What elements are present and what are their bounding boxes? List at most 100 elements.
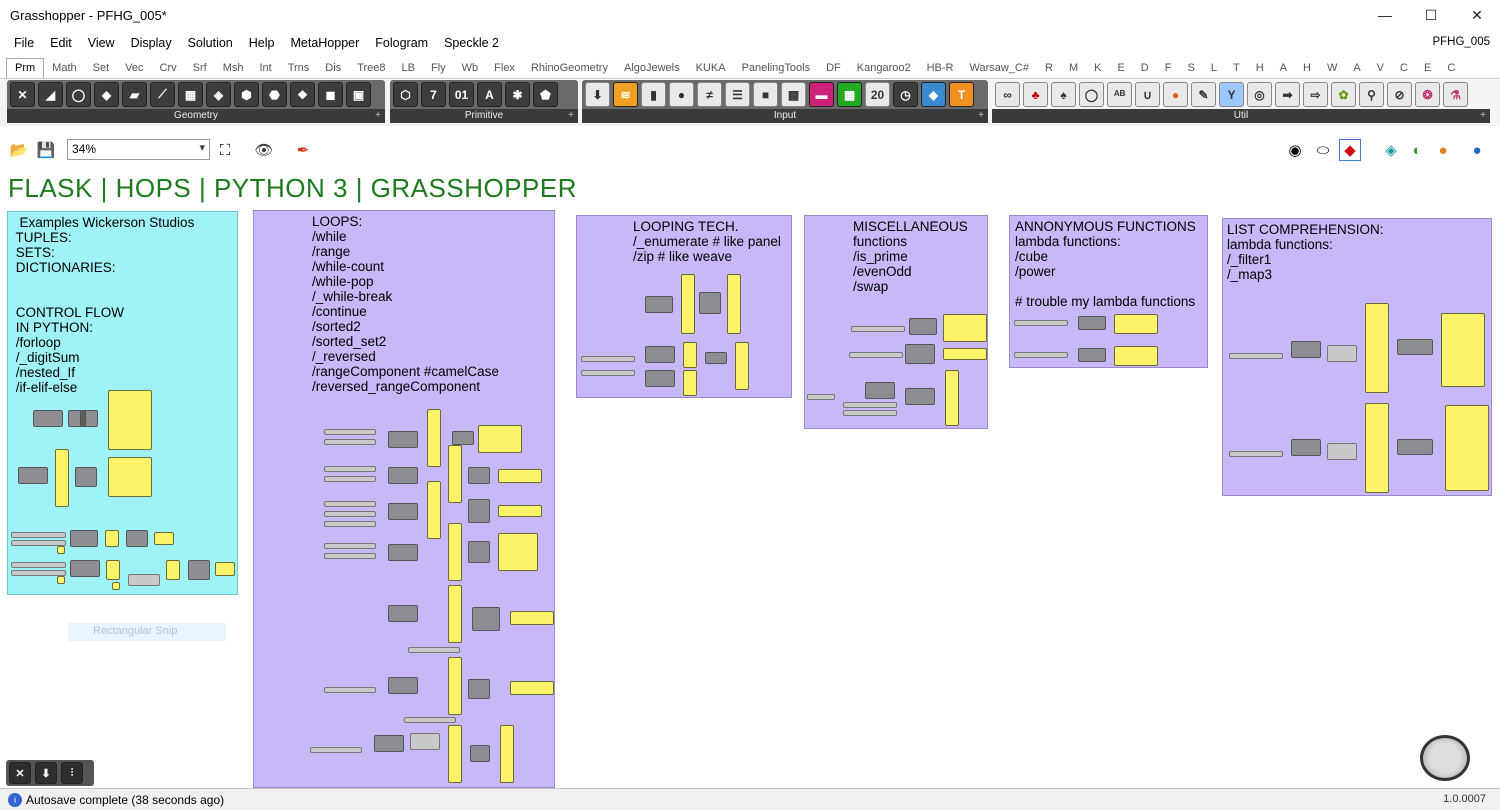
tab-tree8-9[interactable]: Tree8 (349, 59, 393, 78)
panel-node[interactable] (55, 449, 69, 507)
slider-node[interactable] (1229, 451, 1283, 457)
tab-prm[interactable]: Prm (6, 58, 45, 78)
tab-warsaw-c--21[interactable]: Warsaw_C# (961, 59, 1037, 78)
component-node[interactable] (470, 745, 490, 762)
panel-list-comprehension[interactable]: LIST COMPREHENSION: lambda functions: /_… (1222, 218, 1492, 496)
sketch-pen-icon[interactable]: ✒ (292, 139, 314, 161)
preview-mesh-icon[interactable]: ◐ (1406, 139, 1428, 161)
component-node[interactable] (468, 467, 490, 484)
primitive-expand-icon[interactable]: + (568, 109, 574, 123)
tab-f-27[interactable]: F (1157, 59, 1180, 78)
plane-param-icon[interactable]: ◈ (206, 82, 231, 107)
tab-panelingtools-17[interactable]: PanelingTools (734, 59, 819, 78)
slider-node[interactable] (843, 402, 897, 408)
panel-node[interactable] (510, 611, 554, 625)
material-ball-icon[interactable]: ● (1432, 139, 1454, 161)
panel-examples[interactable]: Examples Wickerson Studios TUPLES: SETS:… (7, 211, 238, 595)
flask-icon[interactable]: ⚗ (1443, 82, 1468, 107)
panel-looping-tech[interactable]: LOOPING TECH. /_enumerate # like panel /… (576, 215, 792, 398)
slider-node[interactable] (324, 466, 376, 472)
loop-icon[interactable]: ◯ (1079, 82, 1104, 107)
tab-e-38[interactable]: E (1416, 59, 1439, 78)
panel-node[interactable] (108, 457, 152, 497)
geometry-expand-icon[interactable]: + (375, 109, 381, 123)
surface-param-icon[interactable]: ▰ (122, 82, 147, 107)
data-param-icon[interactable]: ⬟ (533, 82, 558, 107)
tree-icon[interactable]: ♠ (1051, 82, 1076, 107)
canvas-disable-icon[interactable]: ✕ (9, 762, 31, 784)
slider-node[interactable] (849, 352, 903, 358)
component-node[interactable] (70, 530, 98, 547)
panel-node[interactable] (943, 348, 987, 360)
panel-node[interactable] (448, 657, 462, 715)
panel-node[interactable] (943, 314, 987, 342)
component-node[interactable] (388, 677, 418, 694)
canvas-navigation-compass-icon[interactable] (1420, 735, 1470, 781)
tab-vec-2[interactable]: Vec (117, 59, 151, 78)
component-node[interactable] (18, 467, 48, 484)
menu-view[interactable]: View (80, 36, 123, 50)
display-settings-icon[interactable]: ● (1466, 139, 1488, 161)
abc-icon[interactable]: ᴬᴮ (1107, 82, 1132, 107)
slider-node[interactable] (324, 687, 376, 693)
component-node[interactable] (1327, 443, 1357, 460)
curve-param-icon[interactable]: ◆ (94, 82, 119, 107)
component-node[interactable] (388, 503, 418, 520)
panel-node[interactable] (727, 274, 741, 334)
pencil-icon[interactable]: ✎ (1191, 82, 1216, 107)
tab-t-30[interactable]: T (1225, 59, 1248, 78)
slider-node[interactable] (324, 511, 376, 517)
panel-node[interactable] (154, 532, 174, 545)
calendar-icon[interactable]: 20 (865, 82, 890, 107)
tab-w-34[interactable]: W (1319, 59, 1345, 78)
component-node[interactable] (1078, 316, 1106, 330)
download-icon[interactable]: ⬇ (585, 82, 610, 107)
component-node[interactable] (33, 410, 63, 427)
panel-node[interactable] (510, 681, 554, 695)
slider-node[interactable] (324, 543, 376, 549)
swatch-icon[interactable]: ▩ (781, 82, 806, 107)
tab-d-26[interactable]: D (1133, 59, 1157, 78)
save-file-icon[interactable]: 💾 (35, 139, 57, 161)
tab-srf-4[interactable]: Srf (185, 59, 215, 78)
component-node[interactable] (410, 733, 440, 750)
bubbles-icon[interactable]: ❂ (1415, 82, 1440, 107)
menu-edit[interactable]: Edit (42, 36, 80, 50)
integer-param-icon[interactable]: 7 (421, 82, 446, 107)
slider-node[interactable] (310, 747, 362, 753)
graph-mapper-icon[interactable]: ≋ (613, 82, 638, 107)
panel-node[interactable] (105, 530, 119, 547)
grasshopper-canvas[interactable]: FLASK | HOPS | PYTHON 3 | GRASSHOPPER Ex… (0, 166, 1500, 788)
tab-k-24[interactable]: K (1086, 59, 1109, 78)
util-expand-icon[interactable]: + (1480, 109, 1486, 123)
open-file-icon[interactable]: 📂 (8, 139, 30, 161)
boolean-param-icon[interactable]: ⬡ (393, 82, 418, 107)
component-node[interactable] (388, 605, 418, 622)
panel-node[interactable] (683, 370, 697, 396)
panel-node[interactable] (498, 469, 542, 483)
close-button[interactable]: ✕ (1454, 0, 1500, 30)
panel-node[interactable] (448, 585, 462, 643)
slider-icon[interactable]: ≠ (697, 82, 722, 107)
spiral-icon[interactable]: ◎ (1247, 82, 1272, 107)
slider-node[interactable] (324, 439, 376, 445)
panel-node[interactable] (57, 546, 65, 554)
tab-m-23[interactable]: M (1061, 59, 1086, 78)
canvas-sliders-icon[interactable]: ⫶ (61, 762, 83, 784)
component-node[interactable] (905, 388, 935, 405)
panel-miscellaneous[interactable]: MISCELLANEOUS functions /is_prime /evenO… (804, 215, 988, 429)
value-list-icon[interactable]: ☰ (725, 82, 750, 107)
tab-math-0[interactable]: Math (44, 59, 84, 78)
tab-a-35[interactable]: A (1345, 59, 1368, 78)
tab-lb-10[interactable]: LB (394, 59, 423, 78)
component-node[interactable] (1078, 348, 1106, 362)
tab-set-1[interactable]: Set (85, 59, 118, 78)
component-node[interactable] (75, 467, 97, 487)
search-icon[interactable]: ⚲ (1359, 82, 1384, 107)
slider-node[interactable] (851, 326, 905, 332)
panel-node[interactable] (448, 523, 462, 581)
tab-msh-5[interactable]: Msh (215, 59, 252, 78)
maximize-button[interactable]: ☐ (1408, 0, 1454, 30)
component-node[interactable] (1397, 339, 1433, 355)
tab-c-39[interactable]: C (1439, 59, 1463, 78)
